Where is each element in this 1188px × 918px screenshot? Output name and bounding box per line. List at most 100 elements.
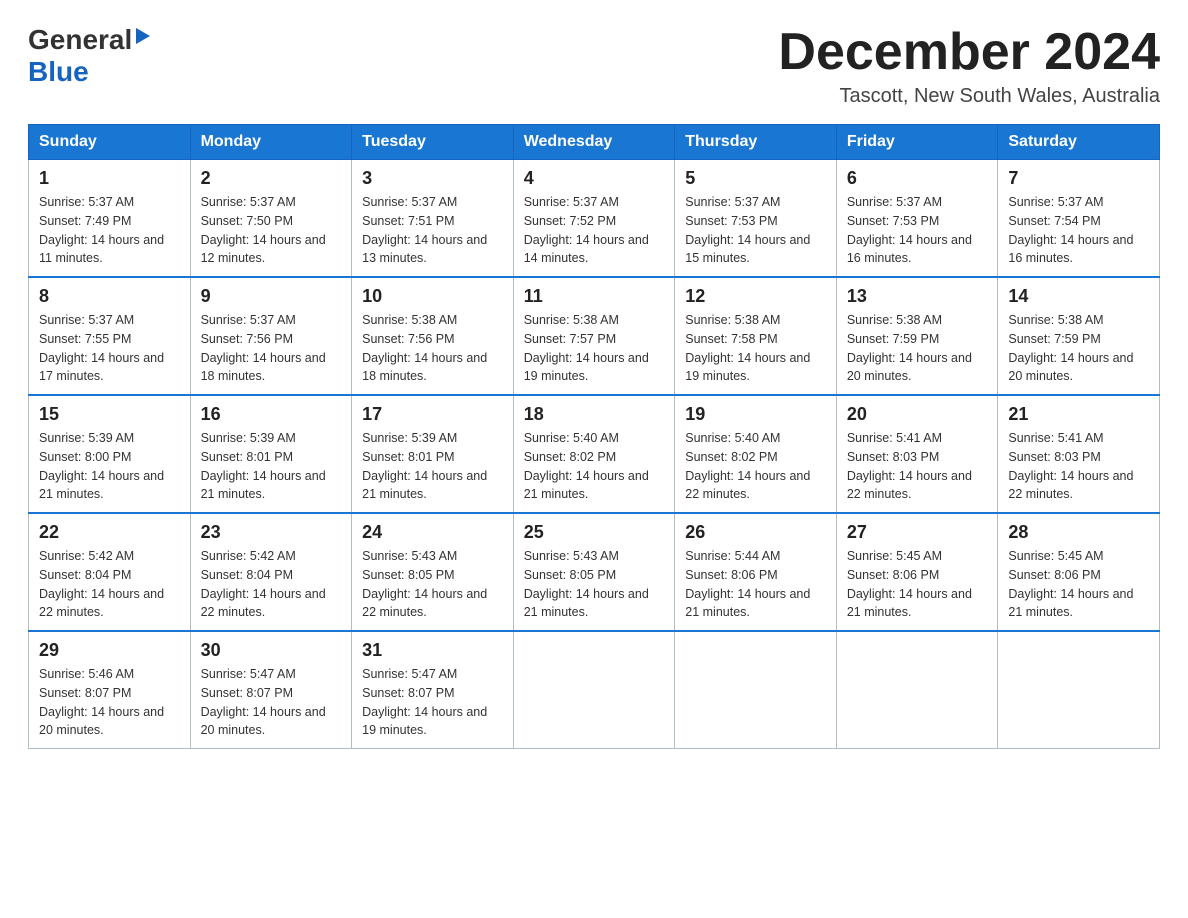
day-info: Sunrise: 5:41 AMSunset: 8:03 PMDaylight:… (1008, 429, 1149, 504)
calendar-cell: 13 Sunrise: 5:38 AMSunset: 7:59 PMDayligh… (836, 277, 998, 395)
day-info: Sunrise: 5:43 AMSunset: 8:05 PMDaylight:… (362, 547, 503, 622)
calendar-cell: 28Sunrise: 5:45 AMSunset: 8:06 PMDayligh… (998, 513, 1160, 631)
calendar-cell: 6 Sunrise: 5:37 AMSunset: 7:53 PMDaylight… (836, 160, 998, 278)
calendar-week-row: 8Sunrise: 5:37 AMSunset: 7:55 PMDaylight… (29, 277, 1160, 395)
column-header-sunday: Sunday (29, 125, 191, 160)
calendar-cell: 27Sunrise: 5:45 AMSunset: 8:06 PMDayligh… (836, 513, 998, 631)
day-number: 20 (847, 404, 988, 425)
calendar-cell: 2Sunrise: 5:37 AMSunset: 7:50 PMDaylight… (190, 160, 352, 278)
calendar-cell: 24 Sunrise: 5:43 AMSunset: 8:05 PMDayligh… (352, 513, 514, 631)
day-number: 13 (847, 286, 988, 307)
day-number: 2 (201, 168, 342, 189)
day-info: Sunrise: 5:47 AMSunset: 8:07 PMDaylight:… (201, 665, 342, 740)
column-header-friday: Friday (836, 125, 998, 160)
calendar-cell: 30 Sunrise: 5:47 AMSunset: 8:07 PMDayligh… (190, 631, 352, 749)
day-number: 22 (39, 522, 180, 543)
calendar-cell: 10 Sunrise: 5:38 AMSunset: 7:56 PMDayligh… (352, 277, 514, 395)
logo-triangle-icon (134, 26, 152, 51)
calendar-cell: 21 Sunrise: 5:41 AMSunset: 8:03 PMDayligh… (998, 395, 1160, 513)
day-info: Sunrise: 5:45 AMSunset: 8:06 PMDaylight:… (847, 547, 988, 622)
day-info: Sunrise: 5:37 AMSunset: 7:53 PMDaylight:… (685, 193, 826, 268)
day-number: 18 (524, 404, 665, 425)
day-info: Sunrise: 5:38 AMSunset: 7:57 PMDaylight:… (524, 311, 665, 386)
logo-general-text: General (28, 24, 132, 56)
day-info: Sunrise: 5:39 AMSunset: 8:00 PMDaylight:… (39, 429, 180, 504)
calendar-cell (836, 631, 998, 749)
day-number: 25 (524, 522, 665, 543)
day-number: 17 (362, 404, 503, 425)
calendar-cell: 7Sunrise: 5:37 AMSunset: 7:54 PMDaylight… (998, 160, 1160, 278)
column-header-thursday: Thursday (675, 125, 837, 160)
calendar-cell: 11 Sunrise: 5:38 AMSunset: 7:57 PMDayligh… (513, 277, 675, 395)
calendar-week-row: 15 Sunrise: 5:39 AMSunset: 8:00 PMDayligh… (29, 395, 1160, 513)
day-info: Sunrise: 5:39 AMSunset: 8:01 PMDaylight:… (201, 429, 342, 504)
calendar-cell: 12Sunrise: 5:38 AMSunset: 7:58 PMDayligh… (675, 277, 837, 395)
day-info: Sunrise: 5:41 AMSunset: 8:03 PMDaylight:… (847, 429, 988, 504)
day-info: Sunrise: 5:40 AMSunset: 8:02 PMDaylight:… (685, 429, 826, 504)
day-number: 14 (1008, 286, 1149, 307)
day-number: 11 (524, 286, 665, 307)
column-header-saturday: Saturday (998, 125, 1160, 160)
day-number: 7 (1008, 168, 1149, 189)
location-subtitle: Tascott, New South Wales, Australia (778, 85, 1160, 108)
day-info: Sunrise: 5:38 AMSunset: 7:59 PMDaylight:… (1008, 311, 1149, 386)
calendar-cell: 31Sunrise: 5:47 AMSunset: 8:07 PMDayligh… (352, 631, 514, 749)
day-number: 19 (685, 404, 826, 425)
day-number: 21 (1008, 404, 1149, 425)
day-info: Sunrise: 5:37 AMSunset: 7:51 PMDaylight:… (362, 193, 503, 268)
day-number: 28 (1008, 522, 1149, 543)
calendar-cell: 29 Sunrise: 5:46 AMSunset: 8:07 PMDayligh… (29, 631, 191, 749)
day-number: 9 (201, 286, 342, 307)
calendar-cell: 8Sunrise: 5:37 AMSunset: 7:55 PMDaylight… (29, 277, 191, 395)
day-number: 10 (362, 286, 503, 307)
day-number: 4 (524, 168, 665, 189)
calendar-cell (998, 631, 1160, 749)
calendar-week-row: 29 Sunrise: 5:46 AMSunset: 8:07 PMDayligh… (29, 631, 1160, 749)
day-number: 15 (39, 404, 180, 425)
day-number: 30 (201, 640, 342, 661)
calendar-cell: 15 Sunrise: 5:39 AMSunset: 8:00 PMDayligh… (29, 395, 191, 513)
calendar-cell: 14 Sunrise: 5:38 AMSunset: 7:59 PMDayligh… (998, 277, 1160, 395)
day-info: Sunrise: 5:40 AMSunset: 8:02 PMDaylight:… (524, 429, 665, 504)
page-header: General Blue December 2024 Tascott, New … (28, 24, 1160, 108)
day-number: 31 (362, 640, 503, 661)
calendar-cell: 4 Sunrise: 5:37 AMSunset: 7:52 PMDaylight… (513, 160, 675, 278)
column-header-monday: Monday (190, 125, 352, 160)
calendar-cell: 22 Sunrise: 5:42 AMSunset: 8:04 PMDayligh… (29, 513, 191, 631)
day-info: Sunrise: 5:38 AMSunset: 7:58 PMDaylight:… (685, 311, 826, 386)
calendar-week-row: 1 Sunrise: 5:37 AMSunset: 7:49 PMDaylight… (29, 160, 1160, 278)
calendar-week-row: 22 Sunrise: 5:42 AMSunset: 8:04 PMDayligh… (29, 513, 1160, 631)
day-info: Sunrise: 5:37 AMSunset: 7:49 PMDaylight:… (39, 193, 180, 268)
day-number: 8 (39, 286, 180, 307)
calendar-cell: 3 Sunrise: 5:37 AMSunset: 7:51 PMDaylight… (352, 160, 514, 278)
day-number: 1 (39, 168, 180, 189)
day-info: Sunrise: 5:44 AMSunset: 8:06 PMDaylight:… (685, 547, 826, 622)
day-info: Sunrise: 5:38 AMSunset: 7:56 PMDaylight:… (362, 311, 503, 386)
day-number: 6 (847, 168, 988, 189)
day-info: Sunrise: 5:37 AMSunset: 7:53 PMDaylight:… (847, 193, 988, 268)
day-info: Sunrise: 5:37 AMSunset: 7:56 PMDaylight:… (201, 311, 342, 386)
day-number: 29 (39, 640, 180, 661)
day-info: Sunrise: 5:46 AMSunset: 8:07 PMDaylight:… (39, 665, 180, 740)
day-number: 23 (201, 522, 342, 543)
month-title: December 2024 (778, 24, 1160, 81)
logo: General Blue (28, 24, 152, 88)
day-info: Sunrise: 5:42 AMSunset: 8:04 PMDaylight:… (39, 547, 180, 622)
logo-blue-text: Blue (28, 56, 89, 87)
day-info: Sunrise: 5:37 AMSunset: 7:52 PMDaylight:… (524, 193, 665, 268)
calendar-header-row: SundayMondayTuesdayWednesdayThursdayFrid… (29, 125, 1160, 160)
calendar-cell: 18 Sunrise: 5:40 AMSunset: 8:02 PMDayligh… (513, 395, 675, 513)
column-header-wednesday: Wednesday (513, 125, 675, 160)
calendar-cell: 17 Sunrise: 5:39 AMSunset: 8:01 PMDayligh… (352, 395, 514, 513)
column-header-tuesday: Tuesday (352, 125, 514, 160)
calendar-cell: 20 Sunrise: 5:41 AMSunset: 8:03 PMDayligh… (836, 395, 998, 513)
calendar-cell: 26Sunrise: 5:44 AMSunset: 8:06 PMDayligh… (675, 513, 837, 631)
day-number: 5 (685, 168, 826, 189)
day-info: Sunrise: 5:39 AMSunset: 8:01 PMDaylight:… (362, 429, 503, 504)
day-info: Sunrise: 5:38 AMSunset: 7:59 PMDaylight:… (847, 311, 988, 386)
day-number: 3 (362, 168, 503, 189)
calendar-cell: 1 Sunrise: 5:37 AMSunset: 7:49 PMDaylight… (29, 160, 191, 278)
day-number: 16 (201, 404, 342, 425)
calendar-cell: 19 Sunrise: 5:40 AMSunset: 8:02 PMDayligh… (675, 395, 837, 513)
day-number: 24 (362, 522, 503, 543)
